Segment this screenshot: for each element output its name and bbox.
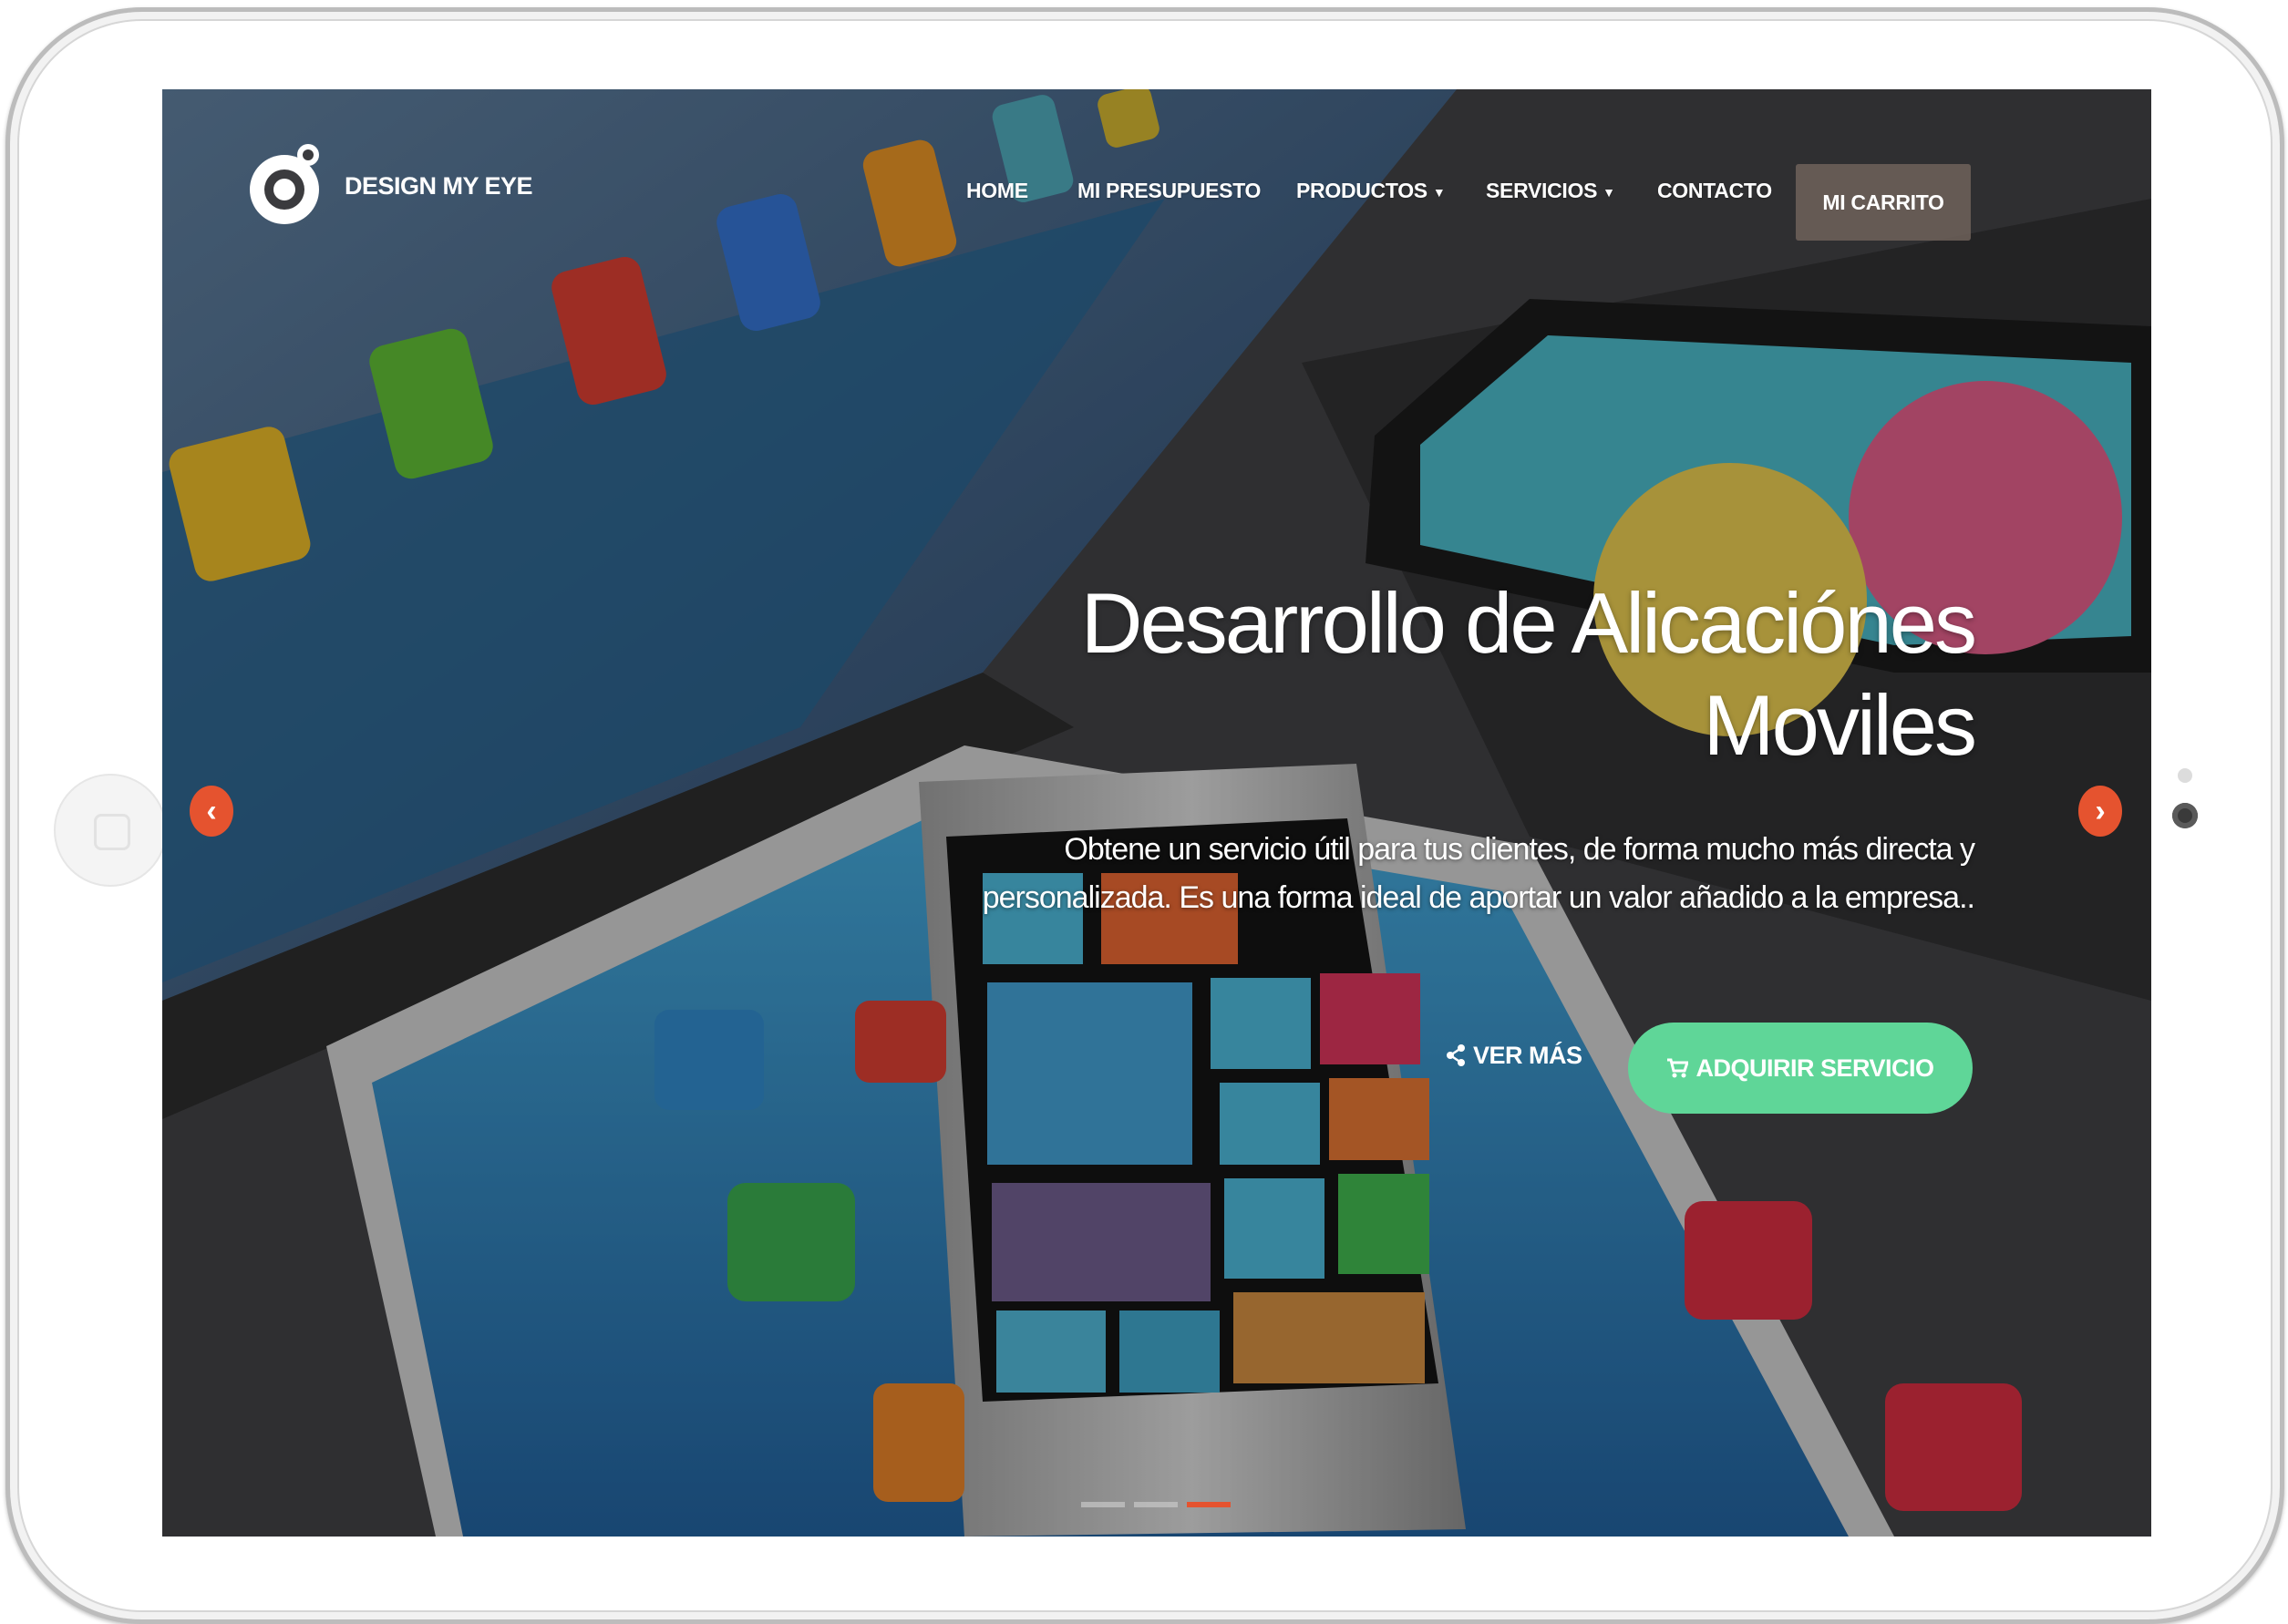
chevron-right-icon: › [2095, 793, 2106, 828]
brand-name: DESIGN MY EYE [345, 171, 533, 200]
caret-down-icon: ▼ [1432, 184, 1446, 200]
carousel-indicator-active[interactable] [1187, 1502, 1231, 1507]
eye-logo-icon [250, 144, 319, 224]
adquirir-servicio-label: ADQUIRIR SERVICIO [1695, 1054, 1934, 1082]
nav-item-servicios[interactable]: SERVICIOS ▼ [1486, 168, 1615, 215]
website-screen: DESIGN MY EYE HOME MI PRESUPUESTO PRODUC… [162, 89, 2151, 1537]
hero-dark-overlay [162, 89, 2151, 1537]
hero-title-line2: Moviles [1703, 677, 1977, 773]
nav-item-home[interactable]: HOME [966, 168, 1028, 213]
hero-title-line1: Desarrollo de Alicaciónes [1080, 575, 1977, 671]
chevron-left-icon: ‹ [206, 793, 217, 828]
adquirir-servicio-button[interactable]: ADQUIRIR SERVICIO [1628, 1023, 1973, 1114]
cart-button[interactable]: MI CARRITO [1796, 164, 1971, 241]
carousel-next-button[interactable]: › [2078, 786, 2122, 837]
nav-item-mi-presupuesto[interactable]: MI PRESUPUESTO [1077, 168, 1261, 213]
tablet-camera [2172, 803, 2198, 828]
nav-item-contacto[interactable]: CONTACTO [1657, 168, 1772, 213]
nav-item-label: HOME [966, 179, 1028, 202]
cart-icon [1667, 1058, 1689, 1078]
nav-item-label: SERVICIOS [1486, 179, 1598, 202]
carousel-indicator[interactable] [1081, 1502, 1125, 1507]
nav-item-label: CONTACTO [1657, 179, 1772, 202]
caret-down-icon: ▼ [1603, 184, 1615, 200]
brand[interactable]: DESIGN MY EYE [242, 142, 533, 230]
nav-item-label: MI PRESUPUESTO [1077, 179, 1262, 202]
tablet-home-button [54, 774, 167, 887]
carousel-indicator[interactable] [1134, 1502, 1178, 1507]
carousel-prev-button[interactable]: ‹ [190, 786, 233, 837]
hero-subtitle: Obtene un servicio útil para tus cliente… [982, 832, 1975, 915]
ver-mas-label: VER MÁS [1473, 1042, 1582, 1069]
nav-item-productos[interactable]: PRODUCTOS ▼ [1296, 168, 1446, 215]
hero-title: Desarrollo de Alicaciónes Moviles [881, 572, 1977, 776]
share-icon [1447, 1044, 1465, 1066]
carousel-indicators [1081, 1502, 1231, 1507]
tablet-sensor [2178, 768, 2192, 783]
nav-item-label: PRODUCTOS [1296, 179, 1427, 202]
ver-mas-button[interactable]: VER MÁS [1446, 1028, 1582, 1083]
